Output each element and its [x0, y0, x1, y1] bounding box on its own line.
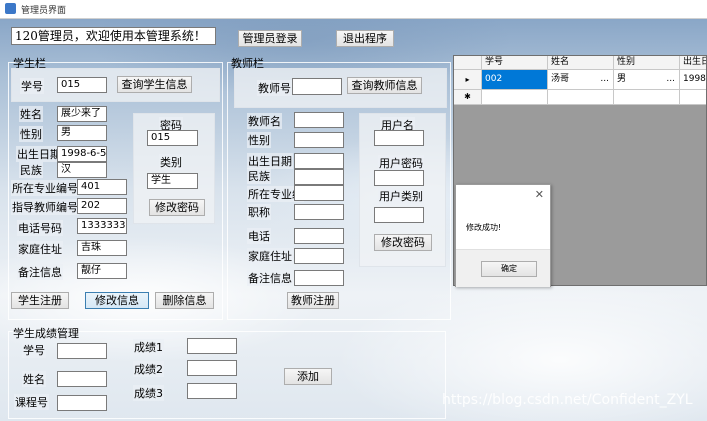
grid-column-header[interactable]: 学号 — [482, 56, 548, 70]
student-advisor-input[interactable]: 202 — [77, 198, 127, 214]
teacher-name-label: 教师名 — [247, 113, 282, 129]
grid-row-marker[interactable]: ▸ — [454, 70, 482, 90]
scores-panel-title: 学生成绩管理 — [13, 327, 79, 340]
student-note-input[interactable]: 靓仔 — [77, 263, 127, 279]
score-student-id-input[interactable] — [57, 343, 107, 359]
student-ethnic-input[interactable]: 汉 — [57, 162, 107, 178]
grid-corner — [454, 56, 482, 70]
score2-label: 成绩2 — [133, 361, 164, 377]
dialog-ok-button[interactable]: 确定 — [481, 261, 537, 277]
student-password-input[interactable]: 015 — [147, 130, 198, 146]
score-student-id-label: 学号 — [22, 342, 46, 358]
student-register-button[interactable]: 学生注册 — [11, 292, 69, 309]
student-major-input[interactable]: 401 — [77, 179, 127, 195]
grid-cell[interactable] — [482, 90, 548, 105]
student-id-label: 学号 — [20, 78, 44, 94]
add-score-button[interactable]: 添加 — [284, 368, 332, 385]
grid-cell-text: 男 — [617, 74, 627, 84]
score-course-input[interactable] — [57, 395, 107, 411]
grid-cell[interactable] — [614, 90, 680, 105]
teacher-address-label: 家庭住址 — [247, 248, 293, 264]
grid-column-header[interactable]: 姓名 — [548, 56, 614, 70]
score-name-label: 姓名 — [22, 371, 46, 387]
student-phone-input[interactable]: 1333333 — [77, 218, 127, 234]
score3-input[interactable] — [187, 383, 237, 399]
teacher-note-label: 备注信息 — [247, 270, 293, 286]
query-student-button[interactable]: 查询学生信息 — [117, 76, 192, 93]
teacher-change-password-button[interactable]: 修改密码 — [374, 234, 432, 251]
student-modify-button[interactable]: 修改信息 — [85, 292, 149, 309]
close-icon[interactable]: ✕ — [535, 188, 544, 201]
student-major-label: 所在专业编号 — [11, 180, 79, 196]
teacher-register-button[interactable]: 教师注册 — [287, 292, 339, 309]
student-delete-button[interactable]: 删除信息 — [155, 292, 214, 309]
grid-cell-ellipsis: ... — [666, 74, 675, 84]
exit-button[interactable]: 退出程序 — [336, 30, 394, 47]
window-title: 管理员界面 — [21, 6, 67, 16]
teacher-title-label: 职称 — [247, 204, 271, 220]
teacher-birth-label: 出生日期 — [247, 153, 293, 169]
app-icon — [5, 3, 16, 14]
window-titlebar: 管理员界面 — [0, 0, 707, 19]
student-type-input[interactable]: 学生 — [147, 173, 198, 189]
teacher-birth-input[interactable] — [294, 153, 344, 169]
teacher-gender-label: 性别 — [247, 132, 271, 148]
teacher-title-input[interactable] — [294, 204, 344, 220]
score1-label: 成绩1 — [133, 339, 164, 355]
teacher-note-input[interactable] — [294, 270, 344, 286]
student-note-label: 备注信息 — [17, 264, 63, 280]
teacher-phone-label: 电话 — [247, 228, 271, 244]
student-phone-label: 电话号码 — [17, 220, 63, 236]
grid-column-header[interactable]: 性别 — [614, 56, 680, 70]
teacher-id-label: 教师号 — [257, 80, 292, 96]
score-course-label: 课程号 — [14, 394, 49, 410]
grid-cell[interactable] — [680, 90, 706, 105]
grid-cell[interactable] — [548, 90, 614, 105]
student-gender-input[interactable]: 男 — [57, 125, 107, 141]
student-name-label: 姓名 — [19, 106, 43, 122]
teacher-username-input[interactable] — [374, 130, 424, 146]
grid-cell[interactable]: 汤哥 ... — [548, 70, 614, 90]
score2-input[interactable] — [187, 360, 237, 376]
teacher-userpw-label: 用户密码 — [378, 155, 424, 171]
grid-cell[interactable]: 男 ... — [614, 70, 680, 90]
message-dialog: ✕ 修改成功! 确定 — [455, 184, 551, 287]
watermark: https://blog.csdn.net/Confident_ZYL — [442, 392, 693, 408]
score-name-input[interactable] — [57, 371, 107, 387]
student-address-input[interactable]: 吉珠 — [77, 240, 127, 256]
grid-cell[interactable]: 1998-( — [680, 70, 706, 90]
teacher-major-input[interactable] — [294, 185, 344, 201]
welcome-banner: 120管理员，欢迎使用本管理系统！ — [11, 27, 216, 45]
grid-cell[interactable]: 002 — [482, 70, 548, 90]
teacher-usertype-input[interactable] — [374, 207, 424, 223]
student-advisor-label: 指导教师编号 — [11, 199, 79, 215]
student-id-input[interactable]: 015 — [57, 77, 107, 93]
student-birth-label: 出生日期 — [16, 146, 62, 162]
dialog-message: 修改成功! — [466, 223, 502, 232]
teacher-userpw-input[interactable] — [374, 170, 424, 186]
score3-label: 成绩3 — [133, 385, 164, 401]
query-teacher-button[interactable]: 查询教师信息 — [347, 77, 422, 94]
teacher-address-input[interactable] — [294, 248, 344, 264]
student-gender-label: 性别 — [19, 126, 43, 142]
score1-input[interactable] — [187, 338, 237, 354]
teacher-usertype-label: 用户类别 — [378, 188, 424, 204]
teacher-name-input[interactable] — [294, 112, 344, 128]
teacher-id-input[interactable] — [292, 78, 342, 95]
teacher-ethnic-input[interactable] — [294, 169, 344, 185]
student-birth-input[interactable]: 1998-6-5 — [57, 146, 107, 162]
student-change-password-button[interactable]: 修改密码 — [149, 199, 205, 216]
grid-cell-ellipsis: ... — [600, 74, 609, 84]
admin-login-button[interactable]: 管理员登录 — [238, 30, 302, 47]
grid-new-row-marker[interactable]: ✱ — [454, 90, 482, 105]
grid-cell-text: 汤哥 — [551, 74, 570, 84]
student-ethnic-label: 民族 — [19, 162, 43, 178]
teacher-phone-input[interactable] — [294, 228, 344, 244]
student-name-input[interactable]: 展少来了 — [57, 106, 107, 122]
student-address-label: 家庭住址 — [17, 241, 63, 257]
teacher-gender-input[interactable] — [294, 132, 344, 148]
teacher-ethnic-label: 民族 — [247, 168, 271, 184]
grid-column-header[interactable]: 出生日 — [680, 56, 706, 70]
student-type-label: 类别 — [159, 154, 183, 170]
